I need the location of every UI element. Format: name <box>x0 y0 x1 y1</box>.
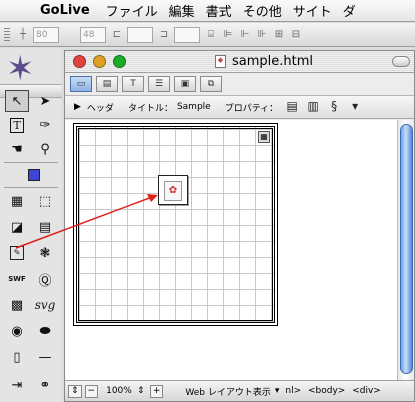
more-icon[interactable]: ⊟ <box>289 28 303 42</box>
zoom-tool-icon[interactable]: ⚲ <box>33 138 57 160</box>
page-properties-icon[interactable]: ▤ <box>285 99 299 115</box>
realaudio-object-icon[interactable]: ❃ <box>33 242 57 264</box>
x-position-field[interactable]: 80 <box>33 26 59 43</box>
svg-object-icon[interactable]: svg <box>33 294 57 316</box>
stack-icon[interactable]: ⊞ <box>272 28 286 42</box>
width-icon <box>63 28 77 42</box>
page-title-value[interactable]: Sample <box>177 102 211 112</box>
scrollbar-thumb[interactable] <box>400 124 413 374</box>
link-icon[interactable]: § <box>327 99 341 115</box>
tab-layout-icon[interactable]: ▭ <box>70 76 92 92</box>
floating-box-icon[interactable]: ◪ <box>5 216 29 238</box>
swf-object-icon[interactable]: SWF <box>5 268 29 290</box>
height-icon: ⊐ <box>159 28 169 40</box>
y-position-field[interactable]: 48 <box>80 26 106 43</box>
anchor-object-icon[interactable]: ⇥ <box>5 374 29 396</box>
html-file-icon: ◆ <box>215 55 226 68</box>
form-object-icon[interactable]: ▯ <box>5 346 29 368</box>
toolbar-toggle-button[interactable] <box>392 56 410 67</box>
color-swatch-icon[interactable] <box>19 164 49 186</box>
tab-source-icon[interactable]: T <box>122 76 144 92</box>
menu-format[interactable]: 書式 <box>206 1 243 20</box>
height-field[interactable] <box>174 26 200 43</box>
layout-canvas[interactable]: ▦ ✿ <box>65 120 397 380</box>
palette-divider <box>4 187 58 188</box>
layout-grid[interactable]: ▦ ✿ <box>73 123 278 326</box>
align-right-icon[interactable]: ⊪ <box>255 28 269 42</box>
object-palette: ✶ ↖ ➤ T ✑ ☚ ⚲ ▦ ⬚ ◪ ▤ ✎ ❃ SWF Ⓠ ▩ svg ◉ … <box>0 48 62 402</box>
direct-select-tool-icon[interactable]: ➤ <box>33 90 57 112</box>
tab-frame-icon[interactable]: ▤ <box>96 76 118 92</box>
inspector-toolbar: ┼ 80 48 ⊏ ⊐ ⌸ ⊫ ⊩ ⊪ ⊞ ⊟ <box>0 23 415 47</box>
plugin-file-icon: ✿ <box>164 181 182 201</box>
zoom-in-button[interactable]: + <box>149 384 164 398</box>
filmstrip-icon[interactable]: ▥ <box>306 99 320 115</box>
tab-pdf-icon[interactable]: ⧉ <box>200 76 222 92</box>
link-object-icon[interactable]: ⚭ <box>33 374 57 396</box>
tab-preview-icon[interactable]: ▣ <box>174 76 196 92</box>
view-mode-select[interactable]: Web レイアウト表示 <box>185 385 270 398</box>
page-head-bar: ▶ ヘッダ タイトル： Sample プロパティ： ▤ ▥ § ▾ <box>65 95 414 119</box>
zoom-menu-icon[interactable]: ⇕ <box>135 385 147 398</box>
menu-file[interactable]: ファイル <box>106 1 169 20</box>
tag-breadcrumb[interactable]: nl> <body> <div> <box>285 386 380 396</box>
lock-icon[interactable]: ⌸ <box>204 28 218 42</box>
tab-outline-icon[interactable]: ☰ <box>148 76 170 92</box>
zoom-stepper-icon[interactable]: ⇕ <box>68 384 82 398</box>
view-tabs: ▭ ▤ T ☰ ▣ ⧉ <box>65 74 414 94</box>
property-label: プロパティ： <box>224 103 279 114</box>
head-toggle-icon[interactable]: ▶ <box>74 102 81 112</box>
size-icon: ⊏ <box>112 28 122 40</box>
menu-edit[interactable]: 編集 <box>169 1 206 20</box>
golive-logo-icon: ✶ <box>6 49 35 89</box>
title-label: タイトル： <box>127 103 173 114</box>
window-title: ◆ sample.html <box>215 54 313 69</box>
menu-other[interactable]: その他 <box>243 1 293 20</box>
minimize-button[interactable] <box>93 55 106 68</box>
plugin-placeholder[interactable]: ✿ <box>158 175 188 205</box>
zoom-level[interactable]: 100% <box>106 386 132 396</box>
plugin-object-icon[interactable]: ✎ <box>5 242 29 264</box>
menu-bar: GoLive ファイル 編集 書式 その他 サイト ダ <box>0 0 415 22</box>
align-left-icon[interactable]: ⊫ <box>221 28 235 42</box>
width-field[interactable] <box>127 26 153 43</box>
menu-site[interactable]: サイト <box>293 1 343 20</box>
vertical-scrollbar[interactable] <box>397 120 414 380</box>
select-tool-icon[interactable]: ↖ <box>5 90 29 112</box>
window-title-text: sample.html <box>232 54 314 69</box>
grid-object-icon[interactable]: ▦ <box>5 190 29 212</box>
table-object-icon[interactable]: ▤ <box>33 216 57 238</box>
layout-text-box-icon[interactable]: ⬚ <box>33 190 57 212</box>
view-mode-arrow-icon[interactable]: ▾ <box>275 386 280 396</box>
text-tool-icon[interactable]: T <box>5 114 29 136</box>
button-object-icon[interactable]: ◉ <box>5 320 29 342</box>
flash-object-icon[interactable]: ▩ <box>5 294 29 316</box>
hand-tool-icon[interactable]: ☚ <box>5 138 29 160</box>
pill-object-icon[interactable]: ⬬ <box>33 320 57 342</box>
grid-settings-icon[interactable]: ▦ <box>258 131 270 143</box>
line-object-icon[interactable]: — <box>33 346 57 368</box>
status-bar: ⇕ − 100% ⇕ + Web レイアウト表示 ▾ nl> <body> <d… <box>65 380 414 401</box>
menu-app[interactable]: GoLive <box>40 3 106 18</box>
palette-divider <box>4 162 58 163</box>
toolbar-grip-icon[interactable] <box>4 27 10 42</box>
more-options-icon[interactable]: ▾ <box>348 99 362 115</box>
quicktime-object-icon[interactable]: Ⓠ <box>33 268 57 290</box>
eyedropper-tool-icon[interactable]: ✑ <box>33 114 57 136</box>
close-button[interactable] <box>73 55 86 68</box>
window-titlebar[interactable]: ◆ sample.html <box>65 51 414 73</box>
align-icon: ┼ <box>19 28 27 40</box>
menu-more[interactable]: ダ <box>343 1 367 20</box>
zoom-out-button[interactable]: − <box>84 384 99 398</box>
document-window: ◆ sample.html ▭ ▤ T ☰ ▣ ⧉ ▶ ヘッダ タイトル： Sa… <box>64 50 415 402</box>
head-toggle-label[interactable]: ヘッダ <box>87 101 114 114</box>
align-center-icon[interactable]: ⊩ <box>238 28 252 42</box>
zoom-button[interactable] <box>113 55 126 68</box>
